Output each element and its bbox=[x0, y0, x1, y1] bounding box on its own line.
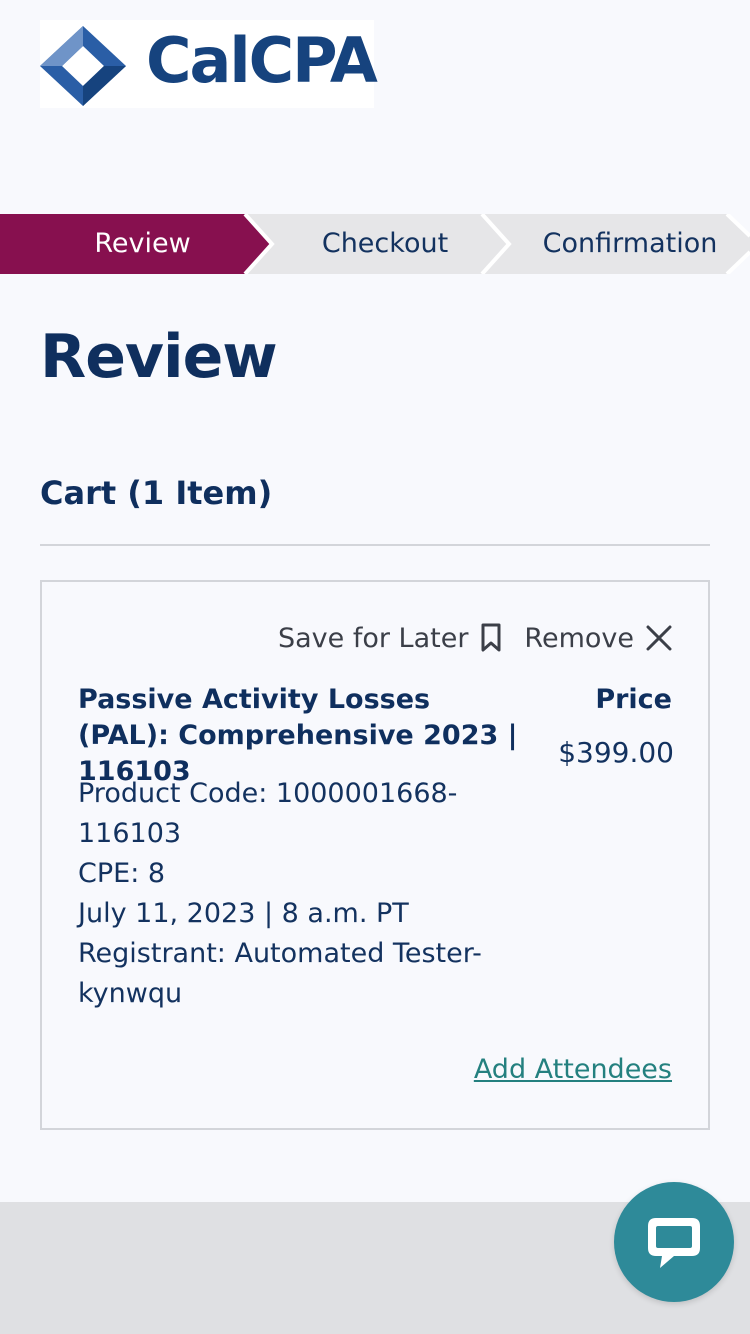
cart-item-card: Save for Later Remove Passive Activity L… bbox=[40, 580, 710, 1130]
price-label: Price bbox=[595, 684, 672, 715]
step-checkout: Checkout bbox=[321, 228, 449, 259]
remove-button[interactable]: Remove bbox=[524, 623, 672, 654]
remove-label: Remove bbox=[524, 622, 634, 654]
add-attendees-link[interactable]: Add Attendees bbox=[474, 1054, 672, 1085]
step-review: Review bbox=[94, 228, 191, 259]
chat-button[interactable] bbox=[614, 1182, 734, 1302]
bookmark-icon bbox=[481, 623, 501, 652]
brand-wordmark: CalCPA bbox=[146, 24, 378, 97]
chat-bubble-icon bbox=[648, 1218, 700, 1268]
cart-divider bbox=[40, 544, 710, 546]
save-for-later-button[interactable]: Save for Later bbox=[278, 623, 502, 654]
price-value: $399.00 bbox=[558, 736, 674, 769]
calcpa-logo[interactable]: CalCPA bbox=[40, 20, 378, 108]
cpe-credits: CPE: 8 bbox=[78, 858, 166, 889]
cart-title: Cart (1 Item) bbox=[40, 474, 273, 512]
page-title: Review bbox=[40, 322, 278, 392]
calcpa-logo-mark-icon bbox=[40, 26, 126, 106]
cart-item-actions: Save for Later Remove bbox=[278, 620, 672, 656]
step-confirmation: Confirmation bbox=[542, 228, 718, 259]
registrant: Registrant: Automated Tester-kynwqu bbox=[78, 938, 482, 1009]
product-code: Product Code: 1000001668-116103 bbox=[78, 778, 458, 849]
item-details: Product Code: 1000001668-116103 CPE: 8 J… bbox=[78, 774, 518, 1014]
close-icon bbox=[646, 625, 672, 651]
event-date: July 11, 2023 | 8 a.m. PT bbox=[78, 898, 409, 929]
checkout-progress: Review Checkout Confirmation bbox=[0, 214, 750, 274]
save-for-later-label: Save for Later bbox=[277, 622, 469, 654]
